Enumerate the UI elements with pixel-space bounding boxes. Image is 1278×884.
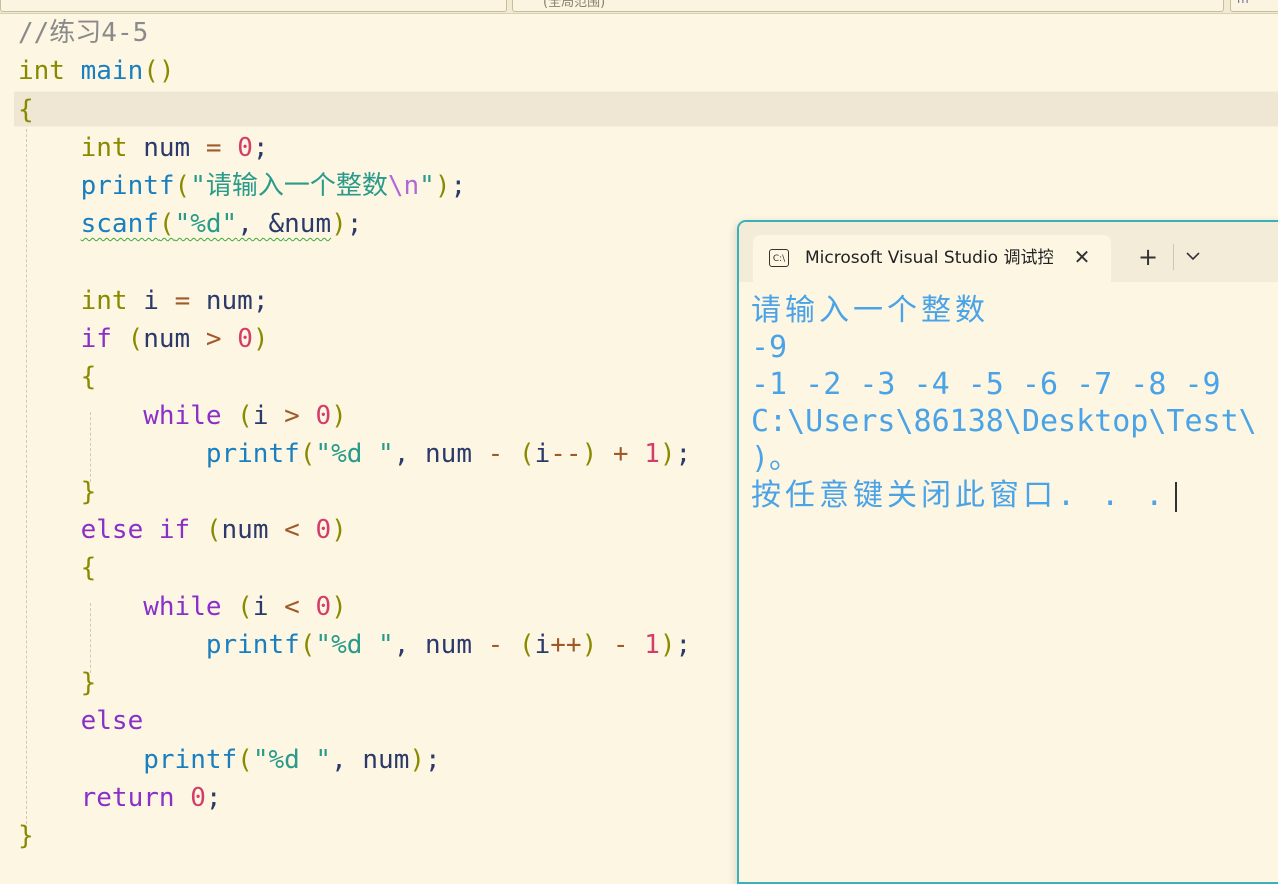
project-dropdown[interactable] <box>0 0 507 12</box>
escape-sequence: \n <box>387 171 420 201</box>
number-literal: 0 <box>237 133 253 163</box>
code-line: else if (num < 0) <box>80 515 347 545</box>
variable-i: i <box>534 630 551 660</box>
string-literal: "请输入一个整数 <box>190 171 388 201</box>
variable-i: i <box>534 439 551 469</box>
scope-dropdown[interactable]: (全局范围) <box>512 0 1224 12</box>
console-last-line: 按任意键关闭此窗口. . . <box>751 477 1278 514</box>
variable-i: i <box>143 286 159 316</box>
string-literal: "%d " <box>315 439 394 469</box>
member-dropdown[interactable]: m <box>1230 0 1278 12</box>
variable-num: num <box>425 439 472 469</box>
code-line: while (i > 0) <box>143 401 347 431</box>
console-line: -1 -2 -3 -4 -5 -6 -7 -8 -9 <box>751 367 1221 402</box>
keyword-while: while <box>143 401 222 431</box>
editor-toolbar: (全局范围) m <box>0 0 1278 14</box>
code-line: printf("%d ", num - (i++) - 1); <box>205 630 692 660</box>
warning-squiggle[interactable]: scanf("%d", &num <box>81 209 332 239</box>
keyword-while: while <box>143 592 222 622</box>
code-line: while (i < 0) <box>143 592 347 622</box>
variable-num: num <box>284 209 332 239</box>
code-line: } <box>80 477 97 507</box>
keyword-if: if <box>80 324 112 354</box>
code-line: return 0; <box>80 783 222 813</box>
tab-divider <box>1173 244 1174 270</box>
variable-i: i <box>252 401 269 431</box>
variable-num: num <box>221 515 269 545</box>
function-main: main <box>80 56 144 86</box>
variable-num: num <box>143 324 191 354</box>
function-scanf: scanf <box>80 209 159 239</box>
string-literal: " <box>419 171 435 201</box>
chevron-down-icon[interactable] <box>1181 244 1205 270</box>
console-line: 按任意键关闭此窗口. . . <box>751 478 1168 513</box>
close-icon[interactable]: ✕ <box>1071 245 1093 269</box>
code-line: else <box>18 702 144 740</box>
code-line: { <box>80 553 97 583</box>
current-line-highlight <box>14 91 1278 127</box>
code-line: { <box>80 362 97 392</box>
variable-num: num <box>143 133 191 163</box>
code-line: printf("请输入一个整数\n"); <box>80 171 467 201</box>
console-tab-title: Microsoft Visual Studio 调试控制台 <box>805 248 1053 268</box>
scope-label: (全局范围) <box>543 0 606 10</box>
text-cursor <box>1175 481 1178 512</box>
console-icon: C:\ <box>769 249 789 267</box>
code-line: int main() <box>18 56 175 86</box>
number-literal: 1 <box>644 630 660 660</box>
string-literal: "%d" <box>174 209 238 239</box>
code-line: } <box>18 821 34 851</box>
variable-num: num <box>205 286 253 316</box>
code-line: printf("%d ", num); <box>143 745 441 775</box>
code-line: } <box>80 668 97 698</box>
string-literal: "%d " <box>252 745 332 775</box>
comment: //练习4-5 <box>18 18 149 48</box>
number-literal: 0 <box>237 324 253 354</box>
code-line: //练习4-5 <box>18 14 148 52</box>
keyword-int: int <box>80 286 128 316</box>
function-printf: printf <box>205 439 300 469</box>
number-literal: 0 <box>315 592 332 622</box>
variable-i: i <box>252 592 269 622</box>
number-literal: 0 <box>190 783 206 813</box>
console-tab-strip: C:\ Microsoft Visual Studio 调试控制台 ✕ + <box>739 222 1278 282</box>
code-line: { <box>18 95 34 125</box>
code-line: int num = 0; <box>80 133 269 163</box>
number-literal: 0 <box>315 401 332 431</box>
code-line: int i = num; <box>80 286 269 316</box>
console-line: -9 <box>751 330 788 365</box>
variable-num: num <box>425 630 472 660</box>
function-printf: printf <box>143 745 238 775</box>
console-line: )。 <box>751 441 800 476</box>
number-literal: 1 <box>644 439 660 469</box>
console-tab[interactable]: C:\ Microsoft Visual Studio 调试控制台 ✕ <box>753 235 1111 282</box>
member-label: m <box>1237 0 1249 6</box>
new-tab-button[interactable]: + <box>1135 244 1161 270</box>
number-literal: 0 <box>315 515 332 545</box>
console-output[interactable]: 请输入一个整数 -9 -1 -2 -3 -4 -5 -6 -7 -8 -9 C:… <box>751 292 1278 514</box>
code-line: scanf("%d", &num); <box>80 209 363 239</box>
function-printf: printf <box>205 630 300 660</box>
keyword-return: return <box>80 783 175 813</box>
code-line: if (num > 0) <box>80 324 269 354</box>
variable-num: num <box>362 745 410 775</box>
keyword-if: if <box>158 515 191 545</box>
console-line: 请输入一个整数 <box>751 293 989 328</box>
code-line: printf("%d ", num - (i--) + 1); <box>205 439 692 469</box>
keyword-int: int <box>80 133 128 163</box>
debug-console-window[interactable]: C:\ Microsoft Visual Studio 调试控制台 ✕ + 请输… <box>737 220 1278 884</box>
string-literal: "%d " <box>315 630 394 660</box>
keyword-int: int <box>18 56 65 86</box>
keyword-else: else <box>80 706 144 736</box>
function-printf: printf <box>80 171 175 201</box>
keyword-else: else <box>80 515 144 545</box>
console-line: C:\Users\86138\Desktop\Test\ <box>751 404 1257 439</box>
